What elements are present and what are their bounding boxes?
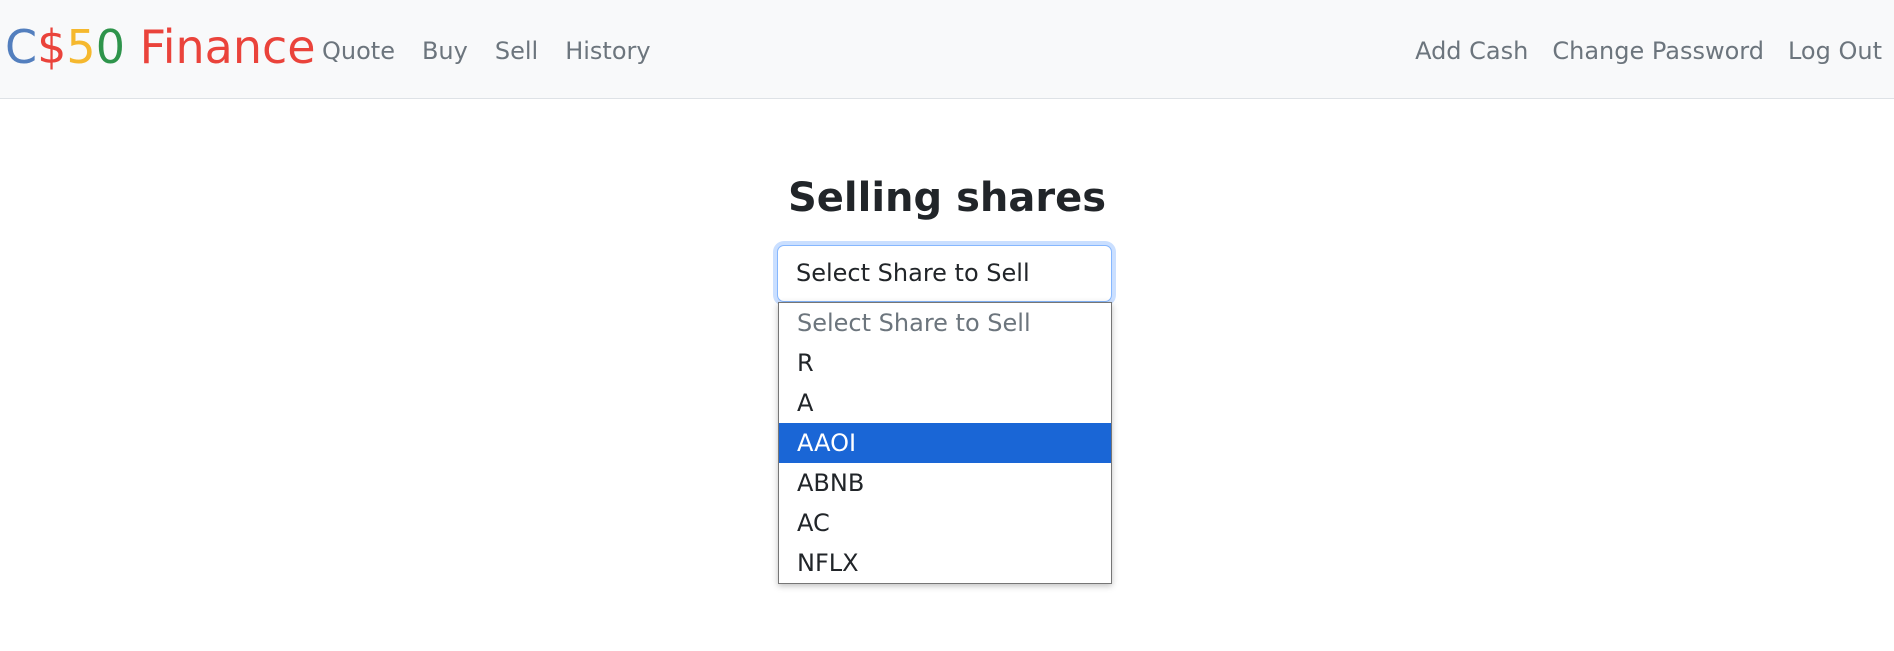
nav-link-log-out[interactable]: Log Out [1788,33,1882,69]
option-aaoi[interactable]: AAOI [779,423,1111,463]
option-ac[interactable]: AC [779,503,1111,543]
page-title: Selling shares [787,175,1107,221]
brand-letter-c: C [5,20,38,74]
option-r[interactable]: R [779,343,1111,383]
brand-dollar: $ [37,20,67,74]
option-placeholder[interactable]: Select Share to Sell [779,303,1111,343]
nav-link-quote[interactable]: Quote [322,33,395,69]
nav-link-add-cash[interactable]: Add Cash [1415,33,1528,69]
brand-logo[interactable]: C$50 Finance [5,16,316,78]
option-nflx[interactable]: NFLX [779,543,1111,583]
navbar: C$50 Finance Quote Buy Sell History Add … [0,0,1894,99]
option-a[interactable]: A [779,383,1111,423]
nav-left: Quote Buy Sell History [322,33,678,69]
nav-link-sell[interactable]: Sell [495,33,538,69]
share-select-dropdown: Select Share to Sell R A AAOI ABNB AC NF… [778,302,1112,584]
nav-right: Add Cash Change Password Log Out [1391,33,1882,69]
brand-zero: 0 [95,20,125,74]
option-abnb[interactable]: ABNB [779,463,1111,503]
brand-five: 5 [66,20,96,74]
nav-link-change-password[interactable]: Change Password [1552,33,1764,69]
nav-link-buy[interactable]: Buy [422,33,468,69]
share-select[interactable]: Select Share to Sell [777,245,1112,302]
nav-link-history[interactable]: History [565,33,650,69]
brand-finance: Finance [124,20,316,74]
